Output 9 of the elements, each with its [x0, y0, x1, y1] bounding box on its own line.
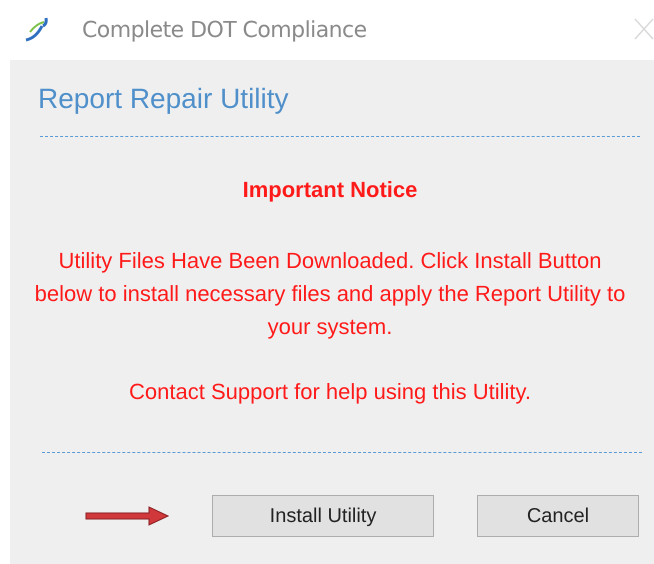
close-icon[interactable] [634, 18, 654, 40]
arrow-icon [85, 506, 169, 526]
notice-title: Important Notice [242, 176, 418, 204]
cancel-button[interactable]: Cancel [477, 495, 639, 537]
install-button[interactable]: Install Utility [212, 495, 434, 537]
support-text: Contact Support for help using this Utility. [129, 378, 531, 406]
dialog-heading: Report Repair Utility [38, 83, 289, 114]
notice-text: Utility Files Have Been Downloaded. Click Install Button below to install necessary files and apply the Report Utility to your system. [34, 247, 626, 341]
window-title: Complete DOT Compliance [82, 16, 367, 44]
